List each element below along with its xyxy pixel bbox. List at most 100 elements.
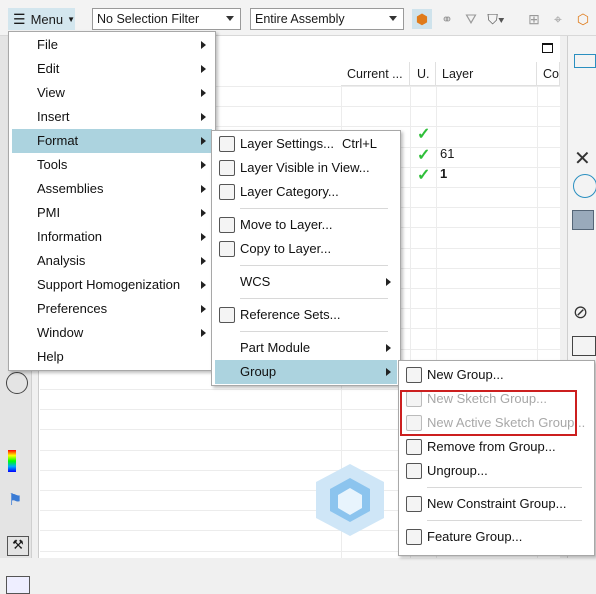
submenu-arrow-icon bbox=[201, 161, 206, 169]
submenu-arrow-icon bbox=[201, 113, 206, 121]
submenu-arrow-icon bbox=[201, 257, 206, 265]
menu-separator bbox=[240, 298, 388, 299]
snap-icon[interactable]: ⊞ bbox=[524, 9, 544, 29]
layer-category-icon bbox=[219, 184, 235, 200]
hide-icon[interactable]: ⊘ bbox=[573, 302, 588, 323]
selection-filter-dropdown[interactable]: No Selection Filter bbox=[92, 8, 241, 30]
scope-value: Entire Assembly bbox=[255, 12, 345, 26]
color-palette-icon[interactable] bbox=[8, 450, 16, 472]
chevron-down-icon bbox=[389, 16, 397, 21]
column-header-u[interactable]: U. bbox=[410, 62, 436, 86]
menu-item-label: Reference Sets... bbox=[240, 307, 341, 322]
menu-item-label: Preferences bbox=[37, 301, 108, 316]
menu-item-new-group[interactable]: New Group... bbox=[402, 363, 591, 387]
menu-item-copy-to-layer[interactable]: Copy to Layer... bbox=[215, 237, 397, 261]
move-to-layer-icon bbox=[219, 217, 235, 233]
column-header-co[interactable]: Co bbox=[537, 62, 560, 86]
menu-item-tools[interactable]: Tools bbox=[12, 153, 212, 177]
menu-item-label: Tools bbox=[37, 157, 68, 172]
cross-icon[interactable]: ✕ bbox=[574, 146, 591, 171]
reference-sets-icon bbox=[219, 307, 235, 323]
menu-item-label: New Constraint Group... bbox=[427, 496, 567, 511]
menu-item-label: Part Module bbox=[240, 340, 311, 355]
menu-item-label: PMI bbox=[37, 205, 61, 220]
check-icon[interactable]: ✓ bbox=[417, 165, 430, 185]
submenu-arrow-icon bbox=[201, 281, 206, 289]
menu-item-label: Analysis bbox=[37, 253, 86, 268]
menu-item-label: WCS bbox=[240, 274, 271, 289]
feature-group-icon bbox=[406, 529, 422, 545]
submenu-arrow-icon bbox=[201, 65, 206, 73]
menu-separator bbox=[240, 331, 388, 332]
menu-button[interactable]: ☰ Menu ▼ bbox=[8, 8, 75, 30]
menu-item-preferences[interactable]: Preferences bbox=[12, 297, 212, 321]
layout-icon[interactable] bbox=[6, 576, 30, 594]
menu-item-label: File bbox=[37, 37, 58, 52]
menu-item-analysis[interactable]: Analysis bbox=[12, 249, 212, 273]
type-filter-icon[interactable]: ⛉▾ bbox=[486, 9, 506, 29]
extrude-icon[interactable] bbox=[572, 210, 594, 230]
menu-item-label: Format bbox=[37, 133, 79, 148]
maximize-icon[interactable] bbox=[542, 43, 553, 53]
column-header-layer[interactable]: Layer bbox=[436, 62, 537, 86]
add-component-icon[interactable]: ⬡ bbox=[573, 9, 593, 29]
menu-item-format[interactable]: Format bbox=[12, 129, 212, 153]
move-icon[interactable] bbox=[572, 336, 596, 356]
shortcut-label: Ctrl+L bbox=[342, 136, 378, 151]
menu-item-reference-sets[interactable]: Reference Sets... bbox=[215, 303, 397, 327]
menu-item-support-homogenization[interactable]: Support Homogenization bbox=[12, 273, 212, 297]
assembly-select-icon[interactable]: ⬢ bbox=[412, 9, 432, 29]
menu-item-new-constraint-group[interactable]: New Constraint Group... bbox=[402, 492, 591, 516]
submenu-arrow-icon bbox=[201, 89, 206, 97]
menu-item-label: Remove from Group... bbox=[427, 439, 556, 454]
submenu-arrow-icon bbox=[386, 368, 391, 376]
menu-item-group[interactable]: Group bbox=[215, 360, 397, 384]
column-header-current[interactable]: Current ... bbox=[341, 62, 410, 86]
hamburger-icon: ☰ bbox=[13, 10, 26, 27]
menu-item-information[interactable]: Information bbox=[12, 225, 212, 249]
main-menu: File Edit View Insert Format Tools Assemblies P… bbox=[8, 31, 216, 371]
menu-item-layer-settings[interactable]: Layer Settings... Ctrl+L bbox=[215, 132, 397, 156]
menu-separator bbox=[240, 208, 388, 209]
menu-item-view[interactable]: View bbox=[12, 81, 212, 105]
menu-item-pmi[interactable]: PMI bbox=[12, 201, 212, 225]
scope-dropdown[interactable]: Entire Assembly bbox=[250, 8, 404, 30]
new-constraint-group-icon bbox=[406, 496, 422, 512]
menu-item-label: Information bbox=[37, 229, 103, 244]
menu-item-ungroup[interactable]: Ungroup... bbox=[402, 459, 591, 483]
menu-item-layer-visible-in-view[interactable]: Layer Visible in View... bbox=[215, 156, 397, 180]
point-icon[interactable]: ⌖ bbox=[548, 9, 568, 29]
menu-item-move-to-layer[interactable]: Move to Layer... bbox=[215, 213, 397, 237]
menu-item-remove-from-group[interactable]: Remove from Group... bbox=[402, 435, 591, 459]
menu-item-file[interactable]: File bbox=[12, 33, 212, 57]
check-icon[interactable]: ✓ bbox=[417, 145, 430, 165]
tools-icon[interactable]: ⚒ bbox=[7, 536, 29, 556]
menu-item-feature-group[interactable]: Feature Group... bbox=[402, 525, 591, 549]
menu-item-part-module[interactable]: Part Module bbox=[215, 336, 397, 360]
menu-label: Menu bbox=[30, 11, 64, 27]
menu-separator bbox=[427, 487, 582, 488]
layer-settings-icon bbox=[219, 136, 235, 152]
menu-item-label: Ungroup... bbox=[427, 463, 488, 478]
rectangle-icon[interactable] bbox=[574, 54, 596, 68]
menu-item-wcs[interactable]: WCS bbox=[215, 270, 397, 294]
selection-filter-value: No Selection Filter bbox=[97, 12, 200, 26]
menu-item-label: Move to Layer... bbox=[240, 217, 333, 232]
menu-item-insert[interactable]: Insert bbox=[12, 105, 212, 129]
menu-item-help[interactable]: Help bbox=[12, 345, 212, 369]
menu-item-label: Help bbox=[37, 349, 64, 364]
menu-item-label: View bbox=[37, 85, 65, 100]
circle-icon[interactable] bbox=[573, 174, 596, 198]
clock-icon[interactable] bbox=[6, 372, 28, 394]
menu-item-edit[interactable]: Edit bbox=[12, 57, 212, 81]
menu-item-layer-category[interactable]: Layer Category... bbox=[215, 180, 397, 204]
check-icon[interactable]: ✓ bbox=[417, 124, 430, 144]
menu-item-window[interactable]: Window bbox=[12, 321, 212, 345]
submenu-arrow-icon bbox=[201, 185, 206, 193]
draft-icon[interactable]: ⚑ bbox=[8, 490, 26, 509]
submenu-arrow-icon bbox=[201, 137, 206, 145]
link-icon[interactable]: ⚭ bbox=[437, 9, 457, 29]
menu-item-assemblies[interactable]: Assemblies bbox=[12, 177, 212, 201]
menu-item-label: Feature Group... bbox=[427, 529, 523, 544]
filter-icon[interactable]: ⛛ bbox=[461, 9, 481, 29]
